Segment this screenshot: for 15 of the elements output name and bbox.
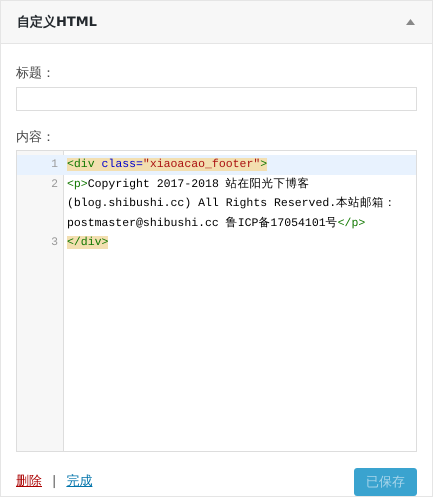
code-line: <p>Copyright 2017-2018 站在阳光下博客 (blog.shibushi.cc) All Rights Reserved.本站邮箱：postmaster@shibushi.cc 鲁ICP备17054101号</p> — [66, 176, 398, 232]
line-number: 2 — [50, 176, 59, 192]
widget-header[interactable]: 自定义HTML — [1, 1, 432, 44]
code-editor[interactable]: 1 <div class="xiaoacao_footer"> 2 <p>Copyright 2017-2018 站在阳光下博客 (blog.shibushi.cc) All Rights Reserved.本站邮箱：postmaster@shibushi.cc 鲁ICP备17054101号</p> 3 </div> — [16, 150, 417, 452]
separator: | — [52, 474, 56, 488]
delete-link[interactable]: 删除 — [16, 472, 42, 490]
code-line: <div class="xiaoacao_footer"> — [66, 157, 268, 173]
done-link[interactable]: 完成 — [66, 472, 92, 490]
field-label: 内容： — [16, 129, 55, 146]
line-number: 1 — [50, 157, 59, 173]
field-label: 标题： — [16, 65, 55, 82]
widget-title: 自定义HTML — [17, 14, 97, 31]
line-number: 3 — [50, 235, 59, 251]
title-input-field[interactable] — [16, 87, 417, 111]
collapse-arrow-icon[interactable] — [406, 19, 415, 25]
